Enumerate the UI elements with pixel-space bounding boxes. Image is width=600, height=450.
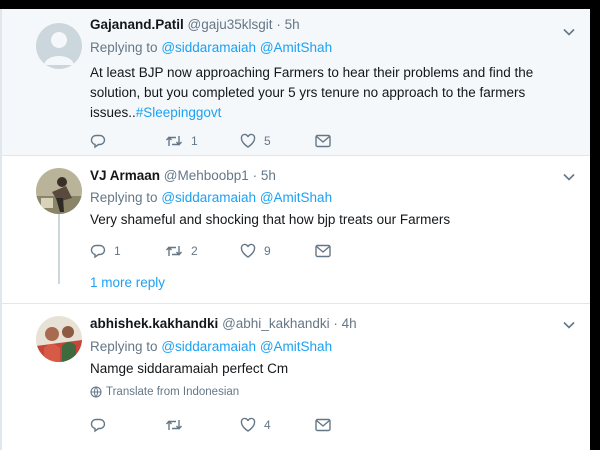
user-handle[interactable]: @abhi_kakhandki xyxy=(222,316,330,331)
like-icon xyxy=(240,133,256,148)
replying-to: Replying to @siddaramaiah @AmitShah xyxy=(90,339,332,354)
tweet-text-body: Namge siddaramaiah perfect Cm xyxy=(90,361,289,376)
user-handle[interactable]: @gaju35klsgit xyxy=(188,17,273,32)
mention-amitshah[interactable]: @AmitShah xyxy=(260,40,332,55)
replying-to-label: Replying to xyxy=(90,40,158,55)
reply-icon xyxy=(90,244,106,259)
tweet-text-body: Very shameful and shocking that how bjp … xyxy=(90,212,451,227)
like-button[interactable]: 5 xyxy=(240,132,315,150)
like-icon xyxy=(240,417,256,432)
retweet-count: 2 xyxy=(191,244,198,258)
separator-dot: · xyxy=(252,168,258,183)
caret-down-icon[interactable] xyxy=(562,25,576,39)
tweet-header: VJ Armaan @Mehboobp1 · 5h xyxy=(90,168,276,183)
replying-to-label: Replying to xyxy=(90,190,158,205)
tweet-header: abhishek.kakhandki @abhi_kakhandki · 4h xyxy=(90,316,357,331)
direct-message-button[interactable] xyxy=(315,416,390,434)
replying-to-label: Replying to xyxy=(90,339,158,354)
reply-count: 1 xyxy=(114,244,121,258)
caret-down-icon[interactable] xyxy=(562,318,576,332)
tweet-text: At least BJP now approaching Farmers to … xyxy=(90,63,560,123)
like-count: 5 xyxy=(264,134,271,148)
retweet-icon xyxy=(165,420,183,430)
replying-to: Replying to @siddaramaiah @AmitShah xyxy=(90,190,332,205)
tweet-vj-armaan[interactable]: VJ Armaan @Mehboobp1 · 5h Replying to @s… xyxy=(2,156,590,304)
dm-icon xyxy=(315,134,331,148)
avatar-vj-armaan[interactable] xyxy=(36,168,82,214)
retweet-button[interactable] xyxy=(165,416,240,434)
retweet-count: 1 xyxy=(191,134,198,148)
retweet-button[interactable]: 1 xyxy=(165,132,240,150)
dm-icon xyxy=(315,418,331,432)
mention-amitshah[interactable]: @AmitShah xyxy=(260,339,332,354)
like-button[interactable]: 4 xyxy=(240,416,315,434)
user-handle[interactable]: @Mehboobp1 xyxy=(164,168,249,183)
tweet-actions: 4 xyxy=(90,416,390,434)
tweet-text: Namge siddaramaiah perfect Cm xyxy=(90,359,560,379)
window-top-bar xyxy=(0,0,600,9)
display-name[interactable]: VJ Armaan xyxy=(90,168,160,183)
thread-connector xyxy=(58,214,60,284)
timestamp[interactable]: 5h xyxy=(285,17,300,32)
like-count: 9 xyxy=(264,244,271,258)
display-name[interactable]: Gajanand.Patil xyxy=(90,17,184,32)
retweet-icon xyxy=(165,136,183,146)
direct-message-button[interactable] xyxy=(315,132,390,150)
dm-icon xyxy=(315,244,331,258)
tweet-header: Gajanand.Patil @gaju35klsgit · 5h xyxy=(90,17,300,32)
translate-tweet[interactable]: Translate from Indonesian xyxy=(90,386,239,398)
replying-to: Replying to @siddaramaiah @AmitShah xyxy=(90,40,332,55)
mention-siddaramaiah[interactable]: @siddaramaiah xyxy=(161,339,256,354)
like-button[interactable]: 9 xyxy=(240,242,315,260)
tweet-actions: 1 5 xyxy=(90,132,390,150)
reply-button[interactable] xyxy=(90,132,165,150)
tweet-text: Very shameful and shocking that how bjp … xyxy=(90,210,560,230)
timestamp[interactable]: 4h xyxy=(342,316,357,331)
mention-siddaramaiah[interactable]: @siddaramaiah xyxy=(161,40,256,55)
translate-label[interactable]: Translate from Indonesian xyxy=(106,386,239,398)
more-replies-link[interactable]: 1 more reply xyxy=(90,275,165,290)
reply-icon xyxy=(90,418,106,433)
tweet-actions: 1 2 9 xyxy=(90,242,390,260)
avatar-abhishek[interactable] xyxy=(36,316,82,362)
reply-button[interactable] xyxy=(90,416,165,434)
direct-message-button[interactable] xyxy=(315,242,390,260)
caret-down-icon[interactable] xyxy=(562,170,576,184)
tweet-gajanand[interactable]: Gajanand.Patil @gaju35klsgit · 5h Replyi… xyxy=(2,9,590,156)
retweet-icon xyxy=(165,246,183,256)
separator-dot: · xyxy=(333,316,338,331)
like-count: 4 xyxy=(264,418,271,432)
hashtag-link[interactable]: #Sleepinggovt xyxy=(136,105,222,120)
display-name[interactable]: abhishek.kakhandki xyxy=(90,316,218,331)
globe-icon xyxy=(90,386,102,398)
retweet-button[interactable]: 2 xyxy=(165,242,240,260)
like-icon xyxy=(240,243,256,258)
reply-button[interactable]: 1 xyxy=(90,242,165,260)
scrollbar-track[interactable] xyxy=(590,9,600,450)
reply-icon xyxy=(90,134,106,149)
mention-siddaramaiah[interactable]: @siddaramaiah xyxy=(161,190,256,205)
timestamp[interactable]: 5h xyxy=(261,168,276,183)
avatar-default[interactable] xyxy=(36,23,82,69)
tweet-abhishek[interactable]: abhishek.kakhandki @abhi_kakhandki · 4h … xyxy=(2,305,590,450)
separator-dot: · xyxy=(276,17,281,32)
mention-amitshah[interactable]: @AmitShah xyxy=(260,190,332,205)
